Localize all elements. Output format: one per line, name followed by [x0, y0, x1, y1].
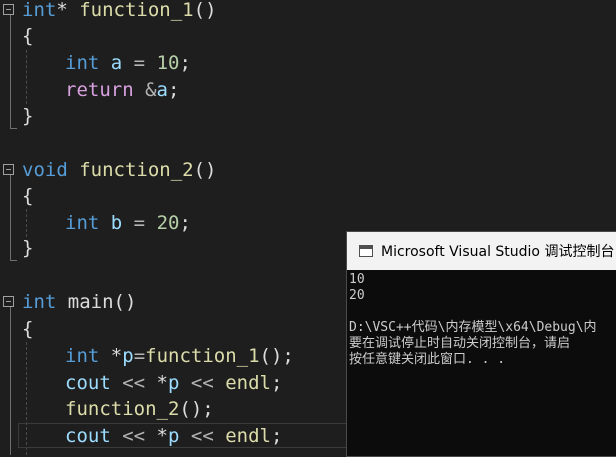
console-output-line: 10	[349, 272, 365, 287]
variable: b	[110, 212, 123, 234]
semicolon: ;	[282, 345, 294, 367]
brace: }	[22, 105, 34, 127]
function-name: main	[67, 291, 114, 313]
code-line-decl-b[interactable]: int b = 20;	[22, 210, 191, 236]
code-line-call-fn2[interactable]: function_2();	[22, 396, 214, 422]
deref-star: *	[156, 372, 168, 394]
console-output-line: 按任意键关闭此窗口. . .	[349, 352, 506, 367]
code-line-fn1-signature[interactable]: int* function_1()	[22, 0, 217, 23]
function-call: function_1	[145, 345, 260, 367]
console-app-icon	[359, 245, 373, 257]
function-call: function_2	[65, 398, 180, 420]
parens: ()	[259, 345, 283, 367]
semicolon: ;	[270, 372, 283, 394]
semicolon: ;	[168, 79, 180, 101]
return-type: int	[22, 291, 57, 313]
pointer-star: *	[56, 0, 68, 21]
fold-line	[10, 15, 11, 128]
cout-identifier: cout	[65, 372, 111, 394]
code-line-decl-a[interactable]: int a = 10;	[22, 50, 191, 76]
code-line-return[interactable]: return &a;	[22, 77, 179, 103]
brace: }	[22, 237, 34, 259]
operator: =	[133, 345, 146, 367]
operator: <<	[110, 425, 157, 447]
operator: <<	[110, 372, 157, 394]
code-line-cout-2[interactable]: cout << *p << endl;	[22, 423, 282, 449]
code-line-cout-1[interactable]: cout << *p << endl;	[22, 370, 282, 396]
brace: {	[22, 185, 34, 207]
number: 10	[156, 52, 180, 74]
fold-line-end	[10, 260, 17, 261]
console-title: Microsoft Visual Studio 调试控制台	[381, 244, 615, 260]
code-line-pointer-decl[interactable]: int *p=function_1();	[22, 343, 294, 369]
code-line-open-brace[interactable]: {	[22, 316, 33, 342]
variable: a	[110, 52, 123, 74]
return-type: int	[22, 0, 57, 21]
semicolon: ;	[179, 212, 191, 234]
operator: <<	[179, 372, 226, 394]
brace: {	[22, 318, 34, 340]
variable: p	[122, 345, 134, 367]
semicolon: ;	[202, 398, 214, 420]
code-line-open-brace[interactable]: {	[22, 183, 33, 209]
return-type: void	[22, 159, 68, 181]
fold-line	[10, 307, 11, 455]
type-keyword: int	[65, 52, 100, 74]
deref-star: *	[156, 425, 168, 447]
number: 20	[156, 212, 180, 234]
function-name: function_2	[79, 159, 194, 181]
console-titlebar[interactable]: Microsoft Visual Studio 调试控制台	[347, 232, 616, 270]
console-output-line: D:\VSC++代码\内存模型\x64\Debug\内	[349, 320, 597, 335]
address-operator: &	[145, 79, 157, 101]
code-line-main-signature[interactable]: int main()	[22, 289, 136, 315]
semicolon: ;	[270, 425, 283, 447]
brace: {	[22, 25, 34, 47]
cout-identifier: cout	[65, 425, 111, 447]
variable: a	[156, 79, 168, 101]
debug-console-window[interactable]: Microsoft Visual Studio 调试控制台 10 20 D:\V…	[346, 231, 616, 457]
operator: =	[122, 52, 157, 74]
type-keyword: int	[65, 345, 100, 367]
return-keyword: return	[65, 79, 134, 101]
console-output-line: 要在调试停止时自动关闭控制台，请启	[349, 336, 571, 351]
pointer-star: *	[110, 345, 123, 367]
fold-line-end	[10, 128, 17, 129]
operator: <<	[179, 425, 226, 447]
parens: ()	[193, 159, 217, 181]
collapse-icon[interactable]	[3, 296, 14, 307]
operator: =	[122, 212, 157, 234]
type-keyword: int	[65, 212, 100, 234]
code-line-close-brace[interactable]: }	[22, 103, 33, 129]
function-name: function_1	[79, 0, 194, 21]
variable: p	[167, 372, 180, 394]
code-line-open-brace[interactable]: {	[22, 23, 33, 49]
parens: ()	[179, 398, 203, 420]
console-output-line: 20	[349, 288, 365, 303]
parens: ()	[193, 0, 217, 21]
code-line-fn2-signature[interactable]: void function_2()	[22, 157, 217, 183]
code-line-close-brace[interactable]: }	[22, 235, 33, 261]
parens: ()	[113, 291, 137, 313]
fold-line	[10, 175, 11, 260]
endl-identifier: endl	[225, 372, 271, 394]
endl-identifier: endl	[225, 425, 271, 447]
collapse-icon[interactable]	[3, 164, 14, 175]
collapse-icon[interactable]	[3, 4, 14, 15]
semicolon: ;	[179, 52, 191, 74]
variable: p	[167, 425, 180, 447]
